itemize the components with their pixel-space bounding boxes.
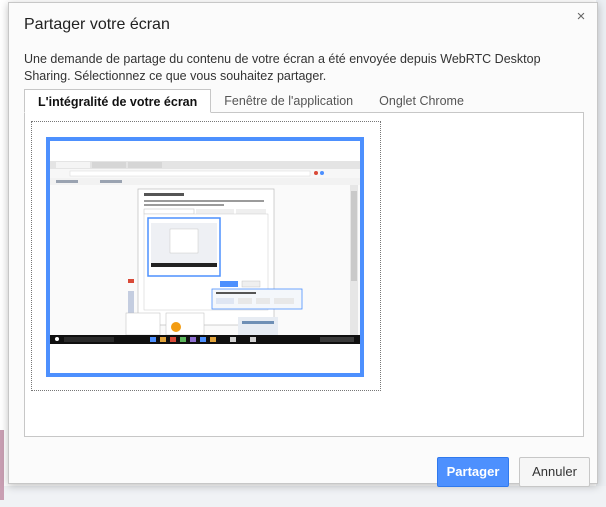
cancel-button[interactable]: Annuler [519, 457, 590, 487]
screen-source-item[interactable] [31, 121, 381, 391]
tab-application-window[interactable]: Fenêtre de l'application [211, 89, 366, 113]
background-page-fragment [0, 430, 4, 500]
source-panel [24, 112, 584, 437]
dialog-title: Partager votre écran [24, 16, 170, 33]
dialog-description: Une demande de partage du contenu de vot… [24, 52, 541, 83]
share-button[interactable]: Partager [437, 457, 509, 487]
background-desktop-strip-bottom [0, 486, 606, 507]
tab-entire-screen[interactable]: L'intégralité de votre écran [24, 89, 212, 113]
close-icon[interactable]: × [572, 8, 590, 26]
source-tabs: L'intégralité de votre écran Fenêtre de … [24, 89, 477, 113]
share-screen-dialog: Partager votre écran × Une demande de pa… [8, 2, 598, 487]
tab-chrome-tab[interactable]: Onglet Chrome [366, 89, 477, 113]
screen-thumbnail-image [50, 141, 360, 373]
screen-thumbnail[interactable] [46, 137, 364, 377]
